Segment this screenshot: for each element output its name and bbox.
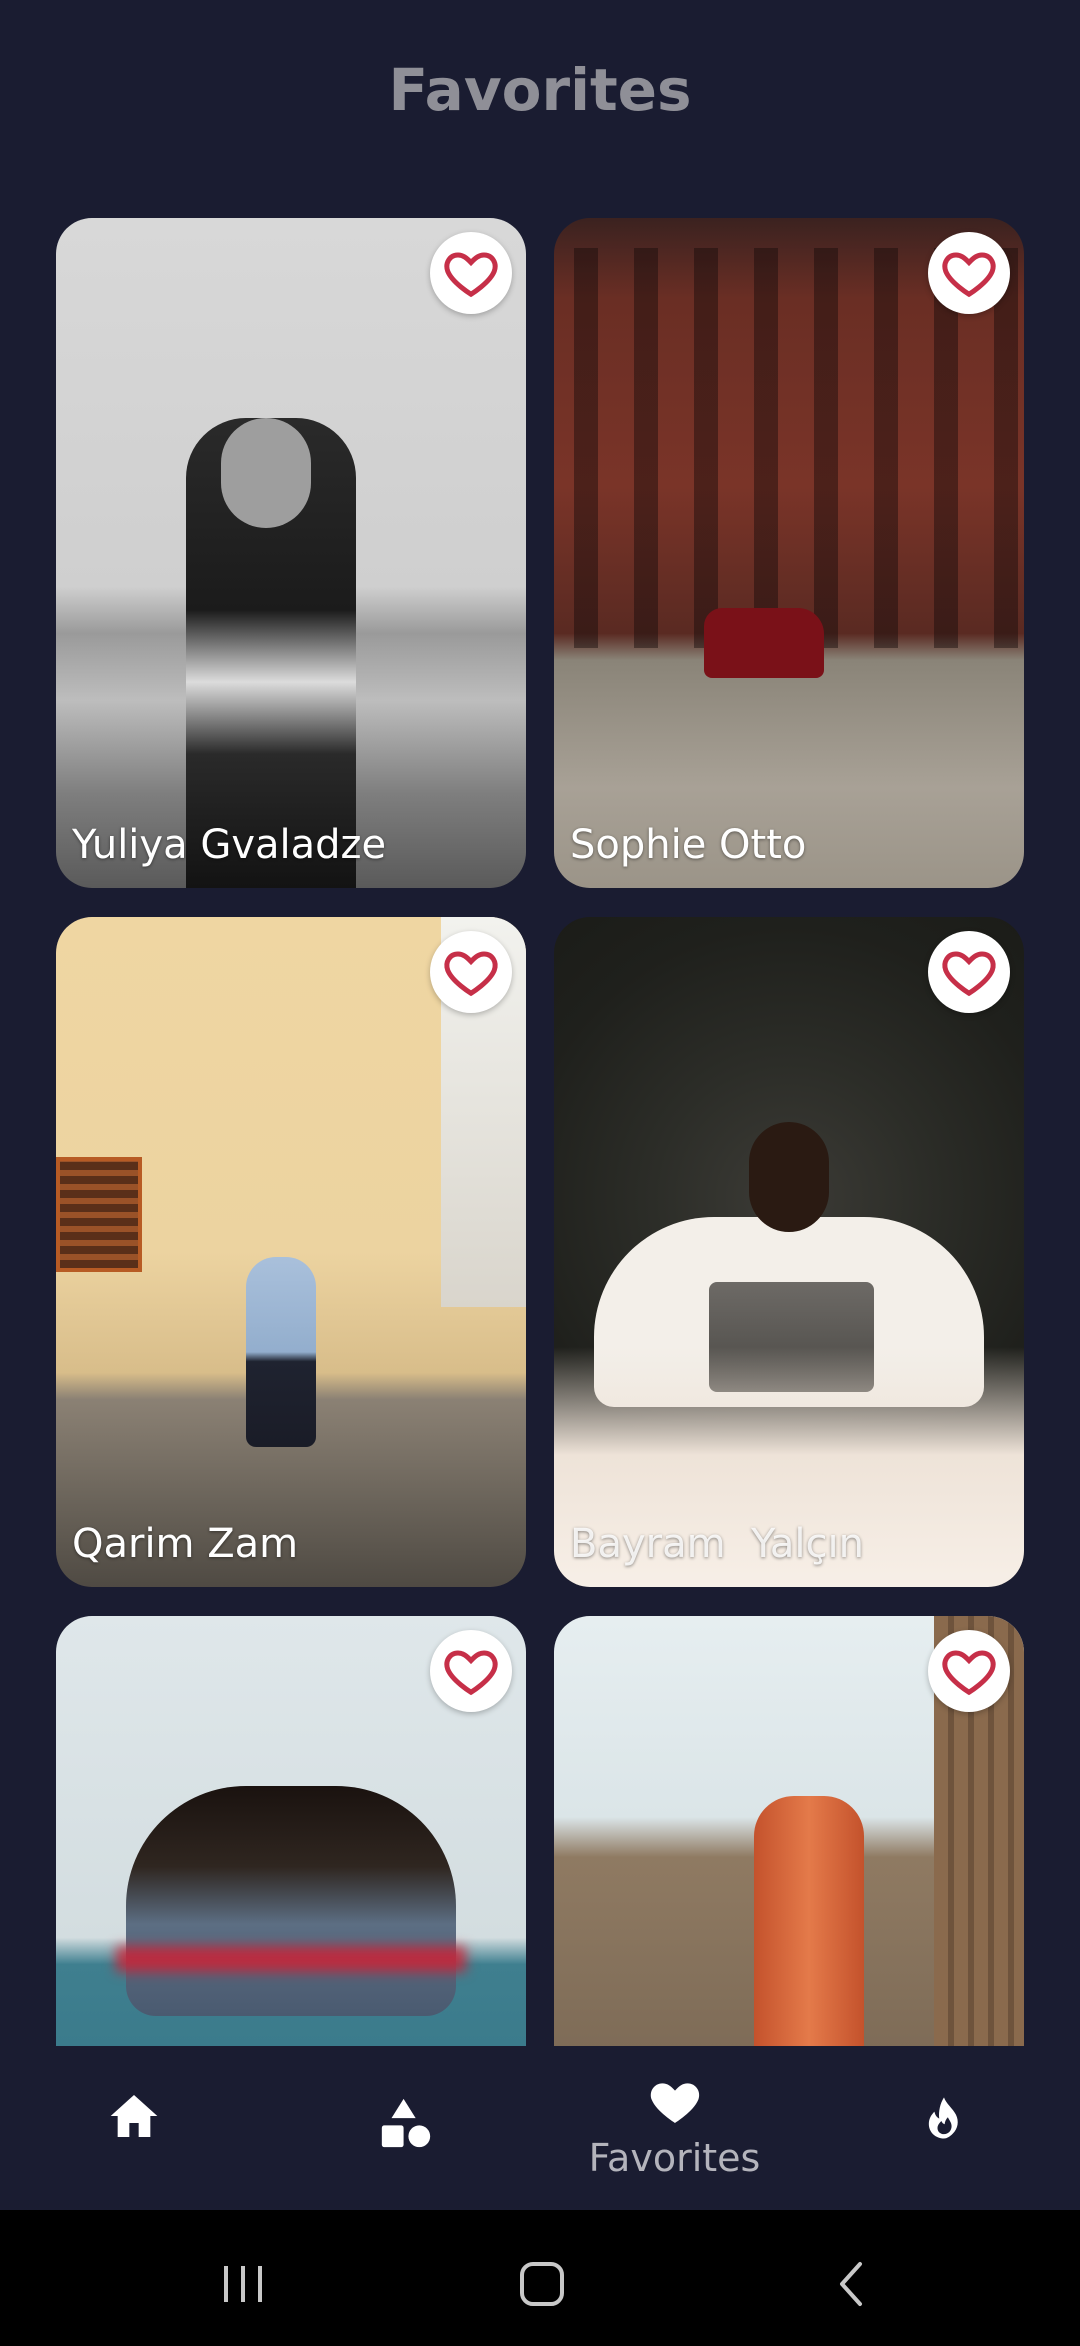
favorite-card[interactable] [56,1616,526,2046]
heart-outline-icon [444,252,498,298]
shapes-icon [381,2098,431,2148]
card-photo [554,218,1024,888]
nav-favorites[interactable]: Favorites [572,2074,777,2180]
fire-icon [928,2097,958,2139]
home-icon [110,2095,158,2137]
heart-outline-icon [444,1650,498,1696]
favorite-toggle-button[interactable] [430,232,512,314]
favorite-toggle-button[interactable] [430,1630,512,1712]
bottom-nav: Favorites [0,2046,1080,2210]
favorite-toggle-button[interactable] [928,931,1010,1013]
heart-outline-icon [942,252,996,298]
recents-icon[interactable] [218,2250,268,2310]
back-icon[interactable] [830,2250,870,2310]
home-square-icon[interactable] [518,2250,568,2310]
card-photo [56,218,526,888]
nav-categories[interactable] [377,2094,435,2152]
card-name: Sophie Otto [570,822,807,868]
heart-outline-icon [942,951,996,997]
page-title: Favorites [388,55,692,124]
card-name: Qarim Zam [72,1521,299,1567]
favorite-card[interactable]: Bayram Yalçın [554,917,1024,1587]
system-nav-bar [0,2210,1080,2346]
nav-favorites-label: Favorites [588,2136,761,2180]
favorite-toggle-button[interactable] [430,931,512,1013]
card-photo [56,917,526,1587]
heart-outline-icon [942,1650,996,1696]
favorite-card[interactable] [554,1616,1024,2046]
nav-trending[interactable] [918,2090,970,2148]
favorite-toggle-button[interactable] [928,1630,1010,1712]
nav-home[interactable] [105,2088,163,2144]
app-header: Favorites [0,0,1080,175]
favorite-card[interactable]: Qarim Zam [56,917,526,1587]
favorite-card[interactable]: Yuliya Gvaladze [56,218,526,888]
heart-icon [650,2083,699,2123]
card-name: Bayram Yalçın [570,1521,864,1567]
favorites-grid[interactable]: Yuliya Gvaladze Sophie Otto Qarim Zam Ba… [0,175,1080,2046]
heart-outline-icon [444,951,498,997]
favorite-card[interactable]: Sophie Otto [554,218,1024,888]
card-name: Yuliya Gvaladze [72,822,387,868]
favorite-toggle-button[interactable] [928,232,1010,314]
card-photo [554,917,1024,1587]
